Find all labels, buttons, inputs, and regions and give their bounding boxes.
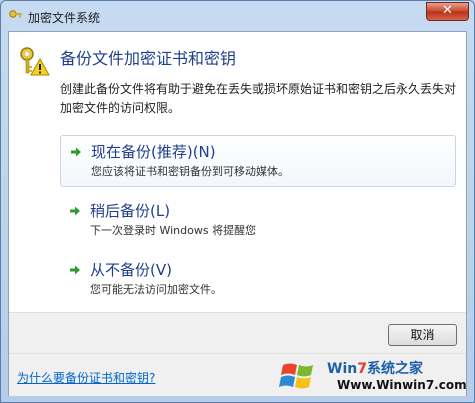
option-subtitle: 您可能无法访问加密文件。 <box>90 283 222 296</box>
dialog-window: 加密文件系统 ✕ 备份文件加密证书和密钥 创建此备份文件将有助于避免在丢失或损坏… <box>0 0 475 403</box>
app-key-icon <box>9 10 22 18</box>
option-subtitle: 您应该将证书和密钥备份到可移动媒体。 <box>91 165 289 178</box>
watermark-seven: 7 <box>357 361 367 377</box>
cancel-button[interactable]: 取消 <box>388 324 457 346</box>
description-text: 创建此备份文件将有助于避免在丢失或损坏原始证书和密钥之后永久丢失对加密文件的访问… <box>60 82 457 115</box>
option-title: 现在备份(推荐)(N) <box>91 143 216 161</box>
windows-logo-icon <box>279 363 313 389</box>
page-title: 备份文件加密证书和密钥 <box>60 49 237 68</box>
watermark-win: Wi <box>327 361 348 377</box>
watermark-rest: 系统之家 <box>366 361 423 377</box>
key-warning-icon <box>20 47 50 76</box>
help-link[interactable]: 为什么要备份证书和密钥? <box>17 369 155 386</box>
watermark-n: n <box>347 361 358 377</box>
title-bar: 加密文件系统 ✕ <box>1 1 474 31</box>
button-bar: 取消 <box>9 312 466 353</box>
footer-bar: 为什么要备份证书和密钥? Win7系统之家 Www.Winwin7.com <box>9 353 467 396</box>
green-arrow-icon <box>70 265 80 275</box>
watermark-url: Www.Winwin7.com <box>337 378 467 392</box>
watermark-brand: Win7系统之家 <box>327 358 423 378</box>
window-title: 加密文件系统 <box>28 11 101 25</box>
option-title: 稍后备份(L) <box>90 202 171 220</box>
option-subtitle: 下一次登录时 Windows 将提醒您 <box>90 224 257 237</box>
option-title: 从不备份(V) <box>90 261 172 279</box>
option-backup-now[interactable]: 现在备份(推荐)(N) 您应该将证书和密钥备份到可移动媒体。 <box>60 135 456 187</box>
close-button[interactable]: ✕ <box>426 2 469 21</box>
green-arrow-icon <box>70 206 80 216</box>
dialog-content: 备份文件加密证书和密钥 创建此备份文件将有助于避免在丢失或损坏原始证书和密钥之后… <box>8 31 467 396</box>
green-arrow-icon <box>71 147 81 157</box>
option-backup-later[interactable]: 稍后备份(L) 下一次登录时 Windows 将提醒您 <box>60 195 456 247</box>
option-never-backup[interactable]: 从不备份(V) 您可能无法访问加密文件。 <box>60 254 456 306</box>
